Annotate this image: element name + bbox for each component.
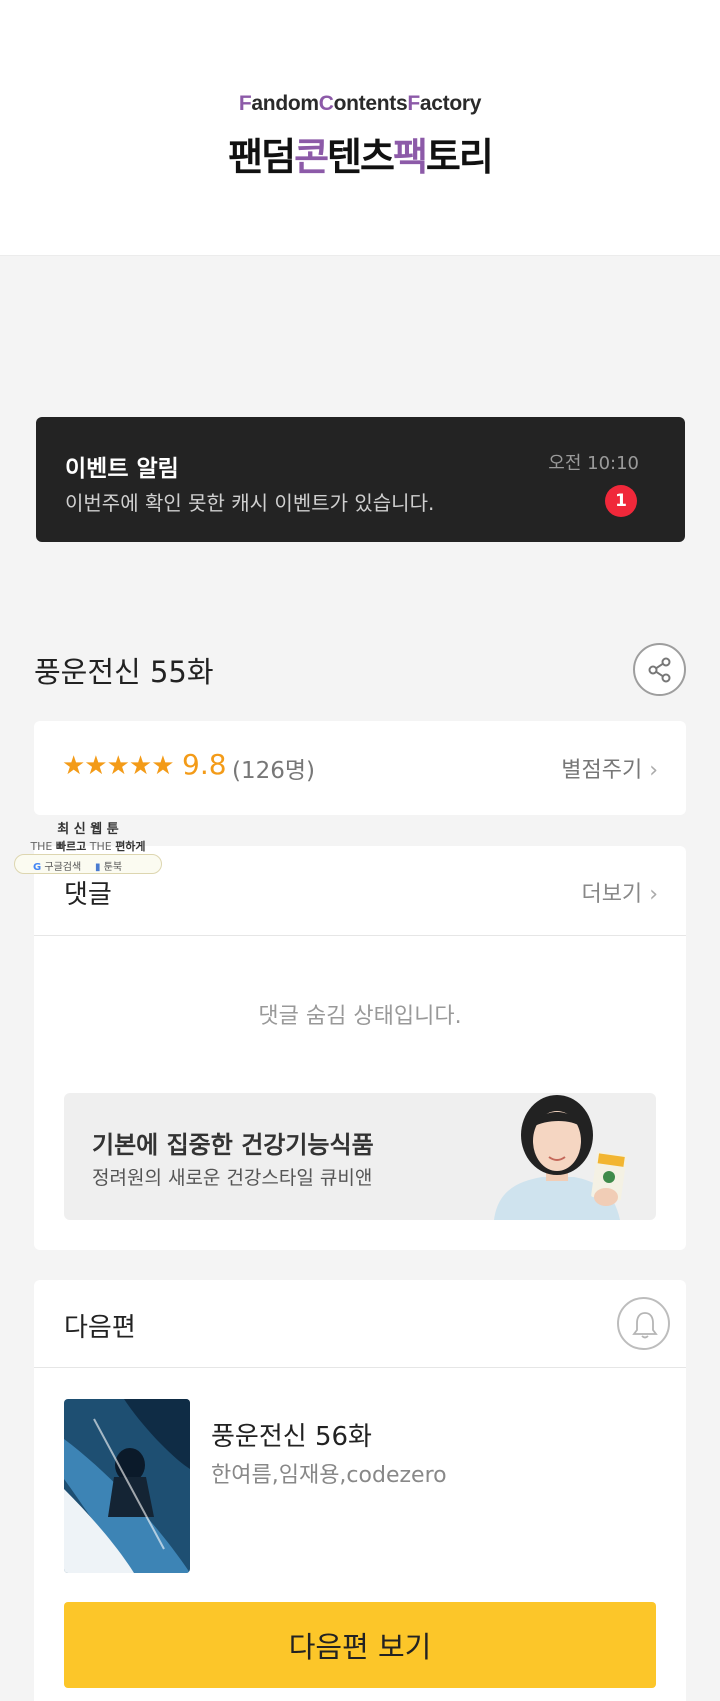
ad-model-image	[494, 1095, 627, 1220]
next-episode-label: 다음편	[64, 1313, 136, 1343]
ad-subtitle: 정려원의 새로운 건강스타일 큐비앤	[92, 1167, 373, 1189]
rating-stars: ★★★★★	[62, 751, 175, 781]
share-icon	[648, 657, 671, 683]
chevron-right-icon: ›	[649, 758, 658, 783]
floating-ad-line2: THE 빠르고 THE 편하게	[30, 840, 146, 853]
episode-title: 풍운전신 55화	[34, 655, 214, 689]
rate-button[interactable]: 별점주기 ›	[561, 752, 658, 784]
floating-toon-ad[interactable]: 최 신 웹 툰 THE 빠르고 THE 편하게 G 구글검색 ▮ 툰북	[14, 818, 162, 876]
rating-card: ★★★★★ 9.8 (126명) 별점주기 ›	[34, 721, 686, 815]
next-episode-card: 다음편 풍운전신 56화 한여름,임재용,codezero 다음편 보기	[34, 1280, 686, 1701]
ad-headline: 기본에 집중한 건강기능식품	[92, 1131, 374, 1159]
bell-icon	[632, 1312, 658, 1339]
more-label: 더보기	[581, 882, 643, 907]
event-time: 오전 10:10	[548, 453, 639, 474]
rate-button-label: 별점주기	[561, 758, 643, 783]
next-episode-button[interactable]: 다음편 보기	[64, 1602, 656, 1688]
event-count-badge: 1	[605, 485, 637, 517]
floating-ad-line1: 최 신 웹 툰	[57, 822, 119, 837]
next-episode-authors: 한여름,임재용,codezero	[211, 1463, 447, 1488]
next-episode-title[interactable]: 풍운전신 56화	[211, 1416, 372, 1453]
share-button[interactable]	[633, 643, 686, 696]
header: FandomContentsFactory 팬덤콘텐츠팩토리	[0, 0, 720, 256]
comments-more-button[interactable]: 더보기 ›	[581, 876, 658, 908]
toonbook-label: ▮ 툰북	[95, 862, 123, 873]
rating-score: 9.8	[182, 748, 227, 781]
floating-ad-search-pill[interactable]: G 구글검색 ▮ 툰북	[14, 854, 162, 874]
ad-banner[interactable]: 기본에 집중한 건강기능식품 정려원의 새로운 건강스타일 큐비앤	[64, 1093, 656, 1220]
chevron-right-icon: ›	[649, 882, 658, 907]
event-notification[interactable]: 이벤트 알림 이번주에 확인 못한 캐시 이벤트가 있습니다. 오전 10:10…	[36, 417, 685, 542]
logo-korean: 팬덤콘텐츠팩토리	[228, 135, 494, 179]
logo-english: FandomContentsFactory	[238, 92, 482, 115]
comments-hidden-message: 댓글 숨김 상태입니다.	[258, 1004, 462, 1029]
rating-count: (126명)	[232, 758, 316, 784]
comments-card: 댓글 더보기 › 댓글 숨김 상태입니다. 기본에 집중한 건강기능식품 정려원…	[34, 846, 686, 1250]
event-message: 이번주에 확인 못한 캐시 이벤트가 있습니다.	[65, 491, 435, 515]
google-search-label: G 구글검색	[33, 862, 82, 873]
comments-label: 댓글	[64, 880, 112, 910]
next-episode-thumbnail[interactable]	[64, 1399, 190, 1573]
next-episode-header: 다음편	[34, 1280, 686, 1368]
notify-button[interactable]	[617, 1297, 670, 1350]
event-title: 이벤트 알림	[65, 456, 179, 482]
